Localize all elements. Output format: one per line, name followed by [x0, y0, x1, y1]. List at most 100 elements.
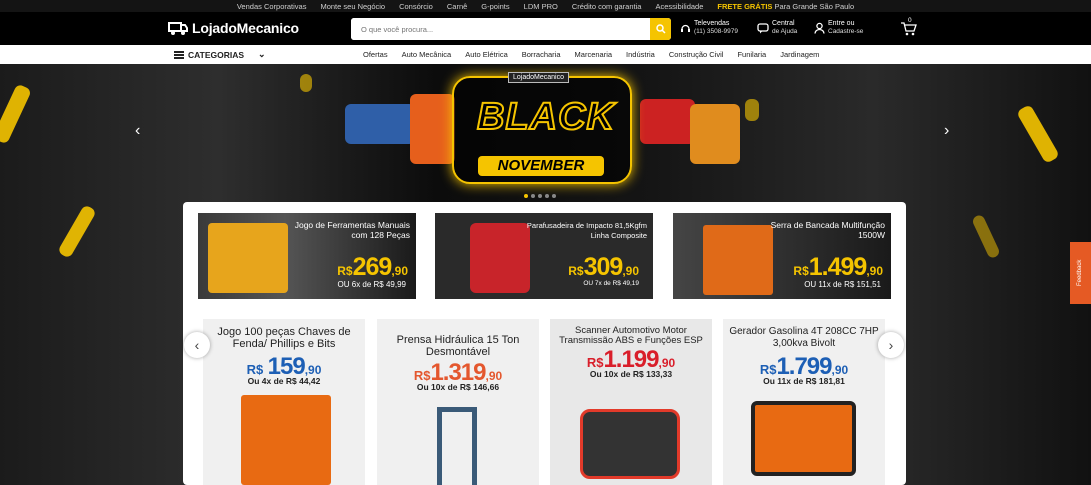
products-prev-button[interactable]: ‹	[184, 332, 210, 358]
banner-price: R$269,90	[337, 253, 408, 281]
nav-link[interactable]: Marcenaria	[568, 50, 620, 59]
product-title: Jogo 100 peças Chaves de Fenda/ Phillips…	[217, 326, 351, 350]
televendas-link[interactable]: Televendas (11) 3508-9979	[680, 20, 738, 36]
carousel-dot[interactable]	[538, 194, 542, 198]
search-button[interactable]	[650, 18, 671, 40]
decor-glow	[1016, 104, 1060, 164]
nav-link[interactable]: Jardinagem	[773, 50, 826, 59]
product-title: Gerador Gasolina 4T 208CC 7HP 3,00kva Bi…	[729, 326, 879, 349]
banner-title: Parafusadeira de Impacto 81,5Kgfm Linha …	[526, 221, 647, 240]
offers-panel: Jogo de Ferramentas Manuais com 128 Peça…	[183, 202, 906, 485]
topbar-link[interactable]: G-points	[474, 2, 516, 11]
search-input[interactable]	[351, 18, 649, 40]
nav-link[interactable]: Ofertas	[356, 50, 395, 59]
category-links: Ofertas Auto Mecânica Auto Elétrica Borr…	[356, 50, 826, 59]
product-title: Prensa Hidráulica 15 Ton Desmontável	[396, 334, 520, 358]
chevron-down-icon: ⌄	[258, 49, 266, 59]
hero-banner[interactable]: LojadoMecanico BLACK NOVEMBER ‹ › Jogo d…	[0, 64, 1091, 485]
categories-label: CATEGORIAS	[188, 49, 245, 60]
product-installments: Ou 11x de R$ 181,81	[763, 376, 845, 386]
banner-installments: OU 6x de R$ 49,99	[337, 280, 406, 289]
topbar-link[interactable]: LDM PRO	[517, 2, 565, 11]
site-logo[interactable]: LojadoMecanico	[168, 20, 299, 36]
hero-logo: LojadoMecanico	[508, 72, 569, 83]
cart-button[interactable]: 0	[900, 17, 917, 36]
central-label: Central	[772, 20, 795, 27]
nav-link[interactable]: Construção Civil	[662, 50, 731, 59]
welder-image	[640, 99, 695, 144]
nav-link[interactable]: Funilaria	[730, 50, 773, 59]
logo-text: LojadoMecanico	[192, 20, 299, 36]
banner-price: R$1.499,90	[793, 253, 883, 281]
drill-image	[345, 104, 415, 144]
free-shipping-promo[interactable]: FRETE GRÁTIS Para Grande São Paulo	[710, 2, 861, 11]
toolkit-image	[208, 223, 288, 293]
banner-title: Serra de Bancada Multifunção 1500W	[770, 220, 885, 240]
november-title: NOVEMBER	[478, 156, 604, 176]
product-installments: Ou 10x de R$ 146,66	[416, 382, 500, 392]
percent-decor	[745, 99, 759, 121]
topbar-link[interactable]: Carnê	[440, 2, 474, 11]
chat-icon	[757, 23, 769, 34]
promo-bold: FRETE GRÁTIS	[717, 1, 773, 11]
product-card[interactable]: Jogo 100 peças Chaves de Fenda/ Phillips…	[203, 319, 365, 485]
decor-glow	[0, 83, 32, 145]
product-installments: Ou 10x de R$ 133,33	[589, 369, 673, 379]
hamburger-icon	[174, 50, 184, 59]
entre-label: Entre ou	[828, 20, 855, 27]
topbar-link[interactable]: Consórcio	[392, 2, 440, 11]
banner-installments: OU 11x de R$ 151,51	[804, 280, 881, 289]
nav-link[interactable]: Auto Mecânica	[395, 50, 459, 59]
decor-glow	[57, 204, 97, 259]
banner-title: Jogo de Ferramentas Manuais com 128 Peça…	[294, 220, 410, 240]
carousel-dot[interactable]	[524, 194, 528, 198]
help-center-link[interactable]: Central de Ajuda	[757, 20, 797, 36]
topbar-link[interactable]: Acessibilidade	[648, 2, 710, 11]
feedback-tab[interactable]: Feedback	[1070, 242, 1091, 304]
decor-glow	[971, 213, 1001, 260]
products-next-button[interactable]: ›	[878, 332, 904, 358]
nav-link[interactable]: Auto Elétrica	[458, 50, 515, 59]
screwdriver-set-image	[241, 395, 331, 485]
central-sub: de Ajuda	[772, 28, 798, 35]
toolset-image	[690, 104, 740, 164]
nav-link[interactable]: Indústria	[619, 50, 662, 59]
banner-ferramentas[interactable]: Jogo de Ferramentas Manuais com 128 Peça…	[198, 213, 416, 299]
topbar-link[interactable]: Monte seu Negócio	[313, 2, 392, 11]
carousel-dot[interactable]	[531, 194, 535, 198]
headset-icon	[681, 24, 690, 32]
banner-serra[interactable]: Serra de Bancada Multifunção 1500W R$1.4…	[673, 213, 891, 299]
top-bar: Vendas Corporativas Monte seu Negócio Co…	[0, 0, 1091, 12]
carousel-dots	[524, 194, 556, 198]
carousel-dot[interactable]	[545, 194, 549, 198]
televendas-label: Televendas	[694, 20, 730, 27]
banner-price: R$309,90	[568, 253, 639, 281]
truck-icon	[168, 22, 188, 35]
user-icon	[814, 22, 825, 34]
hero-next-arrow[interactable]: ›	[944, 122, 949, 140]
cart-count: 0	[908, 17, 912, 24]
product-card[interactable]: Prensa Hidráulica 15 Ton Desmontável R$1…	[377, 319, 539, 485]
search-bar	[351, 18, 671, 40]
product-title: Scanner Automotivo Motor Transmissão ABS…	[559, 325, 703, 346]
product-card[interactable]: Scanner Automotivo Motor Transmissão ABS…	[550, 319, 712, 485]
header: LojadoMecanico Televendas(11) 3508-9979 …	[0, 12, 1091, 45]
chevron-left-icon: ‹	[194, 337, 200, 353]
product-installments: Ou 4x de R$ 44,42	[247, 376, 321, 386]
press-image	[437, 407, 477, 485]
scanner-image	[580, 409, 680, 479]
hero-prev-arrow[interactable]: ‹	[135, 122, 140, 140]
televendas-phone: (11) 3508-9979	[694, 28, 738, 35]
category-bar: CATEGORIAS ⌄ Ofertas Auto Mecânica Auto …	[0, 45, 1091, 64]
login-link[interactable]: Entre ou Cadastre-se	[814, 20, 863, 36]
promo-rest: Para Grande São Paulo	[772, 1, 855, 11]
product-card[interactable]: Gerador Gasolina 4T 208CC 7HP 3,00kva Bi…	[723, 319, 885, 485]
search-icon	[655, 24, 666, 34]
topbar-link[interactable]: Crédito com garantia	[565, 2, 649, 11]
categories-menu-button[interactable]: CATEGORIAS ⌄	[174, 49, 266, 60]
topbar-link[interactable]: Vendas Corporativas	[230, 2, 314, 11]
nav-link[interactable]: Borracharia	[515, 50, 568, 59]
generator-image	[751, 401, 856, 476]
banner-parafusadeira[interactable]: Parafusadeira de Impacto 81,5Kgfm Linha …	[435, 213, 653, 299]
carousel-dot[interactable]	[552, 194, 556, 198]
